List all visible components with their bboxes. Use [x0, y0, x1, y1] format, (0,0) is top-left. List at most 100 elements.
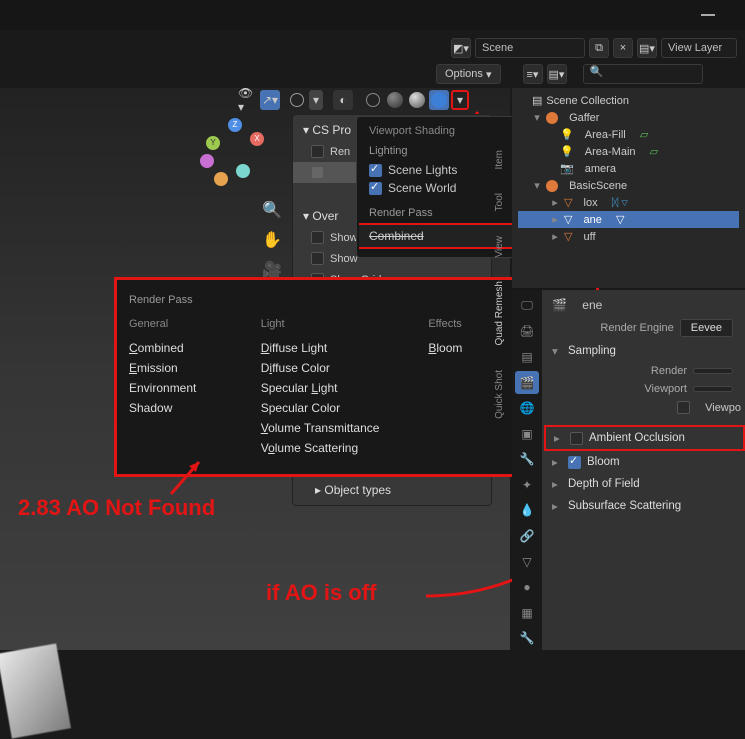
props-tab-tool[interactable]: 🔧	[515, 627, 539, 651]
bloom-section[interactable]: ▸Bloom	[544, 451, 745, 473]
props-tab-data[interactable]: ▽	[515, 550, 539, 574]
props-tab-world[interactable]: 🌐	[515, 396, 539, 420]
shading-lookdev-button[interactable]	[407, 90, 427, 110]
window-titlebar	[0, 0, 745, 30]
props-tab-material[interactable]: ●	[515, 575, 539, 599]
annotation-if-ao-off: if AO is off	[266, 580, 376, 606]
props-tab-modifiers[interactable]: 🔧	[515, 447, 539, 471]
checkbox[interactable]	[311, 145, 324, 158]
visibility-icon[interactable]: 👁▾	[238, 90, 258, 110]
rp-item[interactable]: Specular Color	[261, 398, 417, 418]
props-tab-output[interactable]: 🖨	[515, 320, 539, 344]
dof-section[interactable]: ▸Depth of Field	[544, 473, 745, 495]
rp-item[interactable]: Environment	[129, 378, 249, 398]
overlay-globe-icon[interactable]	[287, 90, 307, 110]
render-engine-label: Render Engine	[556, 322, 674, 334]
rp-item[interactable]: Combined	[129, 338, 249, 358]
properties-body: 🎬 ene Render Engine Eevee ▾Sampling Rend…	[544, 290, 745, 650]
close-scene-button[interactable]: ×	[613, 38, 633, 58]
axis-gizmo[interactable]: Z X Y	[200, 118, 270, 188]
rp-item[interactable]: Diffuse Color	[261, 358, 417, 378]
viewport-toolbar: 👁▾ ↗▾ ▾ ◐ ▾	[238, 88, 508, 112]
viewlayer-dropdown-icon[interactable]: ▤▾	[637, 38, 657, 58]
scene-dropdown-icon[interactable]: ◩▾	[451, 38, 471, 58]
checkbox-checked-icon[interactable]	[369, 182, 382, 195]
outliner-row[interactable]: 📷 amera	[518, 160, 739, 177]
scene-header-row: ◩▾ Scene ⧉ × ▤▾ View Layer	[0, 36, 745, 60]
outliner-row[interactable]: ▸▽ lox ᛞ ▽	[518, 194, 739, 211]
rp-col-general: General Combined Emission Environment Sh…	[129, 318, 249, 458]
npanel-tab[interactable]: View	[492, 228, 507, 266]
npanel-tabs: Item Tool View Quad Remesh Quick Shot	[489, 112, 509, 610]
sampling-section[interactable]: ▾Sampling	[544, 340, 745, 362]
checkbox-checked-icon[interactable]	[369, 164, 382, 177]
checkbox[interactable]	[311, 166, 324, 179]
outliner-row[interactable]: 💡 Area-Fill ▱	[518, 126, 739, 143]
ambient-occlusion-section[interactable]: ▸Ambient Occlusion	[544, 425, 745, 451]
options-label: Options	[445, 68, 483, 80]
gizmo-icon[interactable]: ↗▾	[260, 90, 280, 110]
overlay-dropdown-icon[interactable]: ▾	[309, 90, 323, 110]
npanel-tab[interactable]: Item	[492, 142, 507, 177]
outliner-row[interactable]: ▤ Scene Collection	[518, 92, 739, 109]
shading-rendered-button[interactable]	[429, 90, 449, 110]
scene-breadcrumb[interactable]: 🎬 ene	[544, 294, 745, 316]
shading-solid-button[interactable]	[385, 90, 405, 110]
zoom-icon[interactable]: 🔍	[260, 200, 284, 220]
rp-item[interactable]: Emission	[129, 358, 249, 378]
outliner-row[interactable]: ▸▽ uff	[518, 228, 739, 245]
minimize-icon[interactable]	[701, 14, 715, 16]
sss-section[interactable]: ▸Subsurface Scattering	[544, 495, 745, 517]
viewport-samples-field[interactable]	[693, 386, 733, 392]
props-tab-physics[interactable]: 💧	[515, 499, 539, 523]
viewport-denoise-row[interactable]: Viewpo	[544, 398, 745, 417]
copy-scene-button[interactable]: ⧉	[589, 38, 609, 58]
outliner-row[interactable]: 💡 Area-Main ▱	[518, 143, 739, 160]
scene-name-field[interactable]: Scene	[475, 38, 585, 58]
checkbox[interactable]	[311, 252, 324, 265]
render-engine-row: Render Engine Eevee	[544, 316, 745, 340]
viewport-samples-row: Viewport	[544, 380, 745, 398]
outliner-row-selected[interactable]: ▸▽ ane ▽	[518, 211, 739, 228]
npanel-tab[interactable]: Tool	[492, 185, 507, 219]
options-button[interactable]: Options ▾	[436, 64, 501, 84]
props-tab-object[interactable]: ▣	[515, 422, 539, 446]
npanel-tab[interactable]: Quick Shot	[492, 362, 507, 427]
outliner[interactable]: ▤ Scene Collection ▾ Gaffer 💡 Area-Fill …	[512, 88, 745, 288]
outliner-row[interactable]: ▾ Gaffer	[518, 109, 739, 126]
rp-item[interactable]: Specular Light	[261, 378, 417, 398]
props-tab-render[interactable]: 🖵	[515, 294, 539, 318]
render-samples-row: Render	[544, 362, 745, 380]
props-tab-viewlayer[interactable]: ▤	[515, 345, 539, 369]
xray-icon[interactable]: ◐	[333, 90, 353, 110]
shading-wireframe-button[interactable]	[363, 90, 383, 110]
checkbox[interactable]	[311, 231, 324, 244]
filter-button[interactable]: ≡▾	[523, 64, 543, 84]
object-types-header[interactable]: ▸ Object types	[293, 479, 491, 501]
cs-pro-label: CS Pro	[312, 123, 351, 137]
pan-icon[interactable]: ✋	[260, 230, 284, 250]
rp-item[interactable]: Volume Transmittance	[261, 418, 417, 438]
props-tab-particles[interactable]: ✦	[515, 473, 539, 497]
outliner-row[interactable]: ▾ BasicScene	[518, 177, 739, 194]
checkbox-checked-icon[interactable]	[568, 456, 581, 469]
rp-item[interactable]: Shadow	[129, 398, 249, 418]
rp-item[interactable]: Volume Scattering	[261, 438, 417, 458]
layer-button[interactable]: ▤▾	[547, 64, 567, 84]
viewlayer-field[interactable]: View Layer	[661, 38, 737, 58]
render-samples-field[interactable]	[693, 368, 733, 374]
search-input[interactable]: 🔍	[583, 64, 703, 84]
properties-panel: 🖵 🖨 ▤ 🎬 🌐 ▣ 🔧 ✦ 💧 🔗 ▽ ● ▦ 🔧 🎬 ene Render…	[512, 290, 745, 650]
rp-col-light: Light Diffuse Light Diffuse Color Specul…	[261, 318, 417, 458]
props-tab-constraints[interactable]: 🔗	[515, 524, 539, 548]
shading-dropdown-button[interactable]: ▾	[451, 90, 469, 110]
checkbox[interactable]	[677, 401, 690, 414]
props-tab-scene[interactable]: 🎬	[515, 371, 539, 395]
render-engine-dropdown[interactable]: Eevee	[680, 319, 733, 337]
npanel-tab[interactable]: Quad Remesh	[492, 273, 507, 353]
viewport-side-toolbar: 🔍 ✋ 🎥	[260, 200, 284, 280]
checkbox[interactable]	[570, 432, 583, 445]
rp-item[interactable]: Diffuse Light	[261, 338, 417, 358]
annotation-ao-not-found: 2.83 AO Not Found	[18, 495, 215, 521]
props-tab-texture[interactable]: ▦	[515, 601, 539, 625]
